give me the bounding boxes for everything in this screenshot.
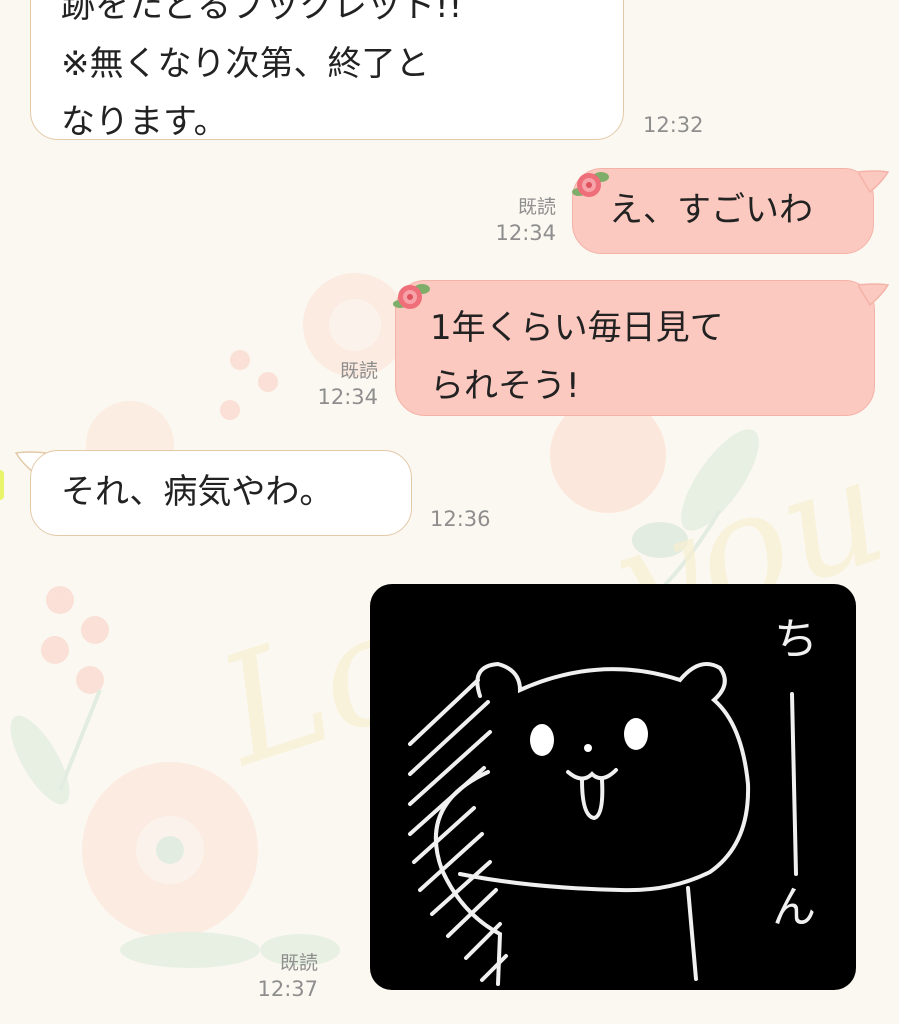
message-line: それ、病気やわ。 (61, 472, 334, 512)
sticker-text-bottom: ん (772, 882, 816, 933)
message-line: なります。 (61, 102, 228, 142)
read-receipt: 既読 (339, 360, 378, 382)
read-receipt: 既読 (279, 952, 318, 974)
sticker-text-top: ち (774, 614, 818, 665)
scroll-indicator (0, 470, 4, 500)
bubble-tail (858, 283, 890, 307)
rose-sticker-icon (572, 172, 609, 197)
message-line: 1年くらい毎日見て (430, 308, 724, 348)
bubble-tail (858, 170, 890, 194)
message-bubble-incoming[interactable]: それ、病気やわ。 (30, 450, 412, 536)
read-receipt: 既読 (517, 196, 556, 218)
message-meta: 既読 12:34 (470, 194, 556, 246)
message-meta: 既読 12:37 (232, 950, 318, 1002)
sticker-dash (790, 692, 798, 876)
message-timestamp: 12:37 (257, 977, 318, 1001)
sticker-message[interactable]: ち ん (370, 584, 856, 990)
message-timestamp: 12:34 (317, 385, 378, 409)
bear-sticker-image: ち ん (408, 614, 818, 986)
message-line: られそう! (430, 366, 580, 406)
rose-sticker-icon (393, 284, 430, 309)
message-meta: 既読 12:34 (292, 358, 378, 410)
message-line: 跡をたどるブックレット!! (61, 0, 463, 26)
message-line: え、すごいわ (609, 190, 813, 230)
message-timestamp: 12:34 (495, 221, 556, 245)
message-timestamp: 12:32 (643, 113, 704, 137)
message-bubble-outgoing[interactable]: 1年くらい毎日見て られそう! (395, 280, 875, 416)
message-timestamp: 12:36 (430, 507, 491, 531)
message-bubble-incoming[interactable]: 跡をたどるブックレット!! ※無くなり次第、終了と なります。 (30, 0, 624, 142)
message-bubble-outgoing[interactable]: え、すごいわ (572, 168, 874, 254)
message-line: ※無くなり次第、終了と (61, 44, 430, 84)
